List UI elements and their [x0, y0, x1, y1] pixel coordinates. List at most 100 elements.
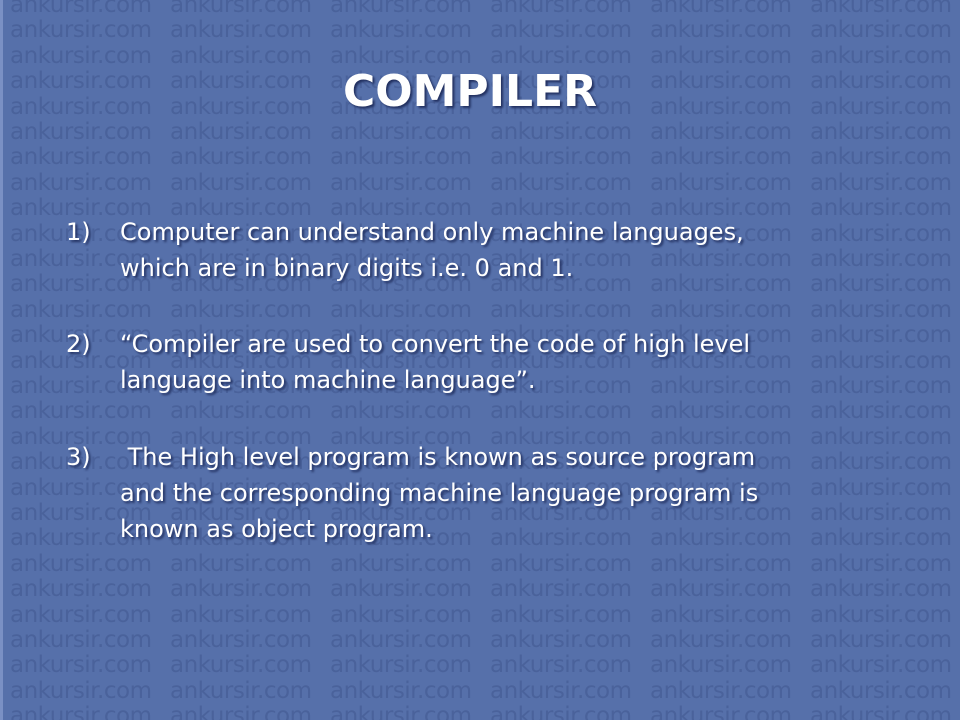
watermark-text: ankursir.com	[330, 169, 472, 196]
watermark-text: ankursir.com	[330, 42, 472, 69]
watermark-text: ankursir.com	[330, 601, 472, 628]
watermark-text: ankursir.com	[650, 627, 792, 653]
watermark-text: ankursir.com	[170, 703, 312, 720]
watermark-text: ankursir.com	[810, 627, 952, 653]
watermark-text: ankursir.com	[10, 652, 152, 679]
watermark-text: ankursir.com	[810, 42, 952, 69]
watermark-text: ankursir.com	[810, 17, 952, 44]
watermark-text: ankursir.com	[170, 144, 312, 171]
watermark-text: ankursir.com	[330, 677, 472, 704]
watermark-text: ankursir.com	[650, 550, 792, 577]
watermark-text: ankursir.com	[650, 677, 792, 704]
watermark-text: ankursir.com	[810, 169, 952, 196]
item-line: known as object program.	[120, 515, 433, 543]
watermark-text: ankursir.com	[170, 627, 312, 653]
watermark-text: ankursir.com	[490, 169, 632, 196]
item-line: “Compiler are used to convert the code o…	[120, 330, 751, 358]
item-number: 3)	[66, 443, 91, 471]
watermark-text: ankursir.com	[650, 652, 792, 679]
watermark-text: ankursir.com	[330, 703, 472, 720]
item-line: The High level program is known as sourc…	[120, 443, 756, 471]
item-line: which are in binary digits i.e. 0 and 1.	[120, 254, 574, 282]
watermark-text: ankursir.com	[10, 703, 152, 720]
list-item-1: 1) Computer can understand only machine …	[66, 214, 866, 286]
watermark-text: ankursir.com	[10, 169, 152, 196]
watermark-text: ankursir.com	[10, 677, 152, 704]
watermark-text: ankursir.com	[10, 601, 152, 628]
list-item-2: 2) “Compiler are used to convert the cod…	[66, 326, 866, 398]
watermark-text: ankursir.com	[170, 652, 312, 679]
watermark-text: ankursir.com	[490, 652, 632, 679]
watermark-text: ankursir.com	[10, 144, 152, 171]
watermark-text: ankursir.com	[10, 398, 152, 425]
watermark-text: ankursir.com	[650, 601, 792, 628]
watermark-text: ankursir.com	[330, 296, 472, 323]
watermark-text: ankursir.com	[490, 398, 632, 425]
watermark-text: ankursir.com	[170, 296, 312, 323]
watermark-text: ankursir.com	[490, 576, 632, 603]
item-line: and the corresponding machine language p…	[120, 479, 759, 507]
watermark-text: ankursir.com	[650, 17, 792, 44]
watermark-text: ankursir.com	[650, 42, 792, 69]
watermark-text: ankursir.com	[330, 652, 472, 679]
watermark-text: ankursir.com	[170, 17, 312, 44]
watermark-text: ankursir.com	[330, 119, 472, 145]
watermark-text: ankursir.com	[490, 601, 632, 628]
watermark-text: ankursir.com	[10, 42, 152, 69]
watermark-text: ankursir.com	[490, 0, 632, 18]
watermark-text: ankursir.com	[330, 398, 472, 425]
watermark-text: ankursir.com	[810, 601, 952, 628]
watermark-text: ankursir.com	[490, 119, 632, 145]
watermark-text: ankursir.com	[810, 296, 952, 323]
watermark-text: ankursir.com	[650, 0, 792, 18]
watermark-text: ankursir.com	[10, 296, 152, 323]
watermark-text: ankursir.com	[170, 601, 312, 628]
watermark-text: ankursir.com	[330, 550, 472, 577]
watermark-text: ankursir.com	[810, 144, 952, 171]
watermark-text: ankursir.com	[490, 550, 632, 577]
watermark-text: ankursir.com	[330, 0, 472, 18]
watermark-text: ankursir.com	[10, 17, 152, 44]
watermark-text: ankursir.com	[10, 0, 152, 18]
watermark-text: ankursir.com	[170, 0, 312, 18]
watermark-text: ankursir.com	[650, 169, 792, 196]
watermark-text: ankursir.com	[810, 703, 952, 720]
watermark-text: ankursir.com	[10, 576, 152, 603]
watermark-text: ankursir.com	[10, 627, 152, 653]
watermark-text: ankursir.com	[650, 398, 792, 425]
watermark-text: ankursir.com	[170, 398, 312, 425]
watermark-text: ankursir.com	[490, 703, 632, 720]
watermark-text: ankursir.com	[650, 119, 792, 145]
watermark-text: ankursir.com	[810, 398, 952, 425]
watermark-text: ankursir.com	[170, 677, 312, 704]
item-line: Computer can understand only machine lan…	[120, 218, 744, 246]
watermark-text: ankursir.com	[170, 576, 312, 603]
watermark-text: ankursir.com	[170, 550, 312, 577]
watermark-text: ankursir.com	[330, 576, 472, 603]
item-number: 2)	[66, 330, 91, 358]
item-number: 1)	[66, 218, 91, 246]
watermark-text: ankursir.com	[650, 576, 792, 603]
watermark-text: ankursir.com	[330, 144, 472, 171]
watermark-text: ankursir.com	[810, 119, 952, 145]
watermark-text: ankursir.com	[330, 17, 472, 44]
watermark-text: ankursir.com	[650, 144, 792, 171]
slide-title: COMPILER	[342, 66, 598, 117]
watermark-text: ankursir.com	[810, 576, 952, 603]
watermark-text: ankursir.com	[810, 0, 952, 18]
watermark-text: ankursir.com	[330, 627, 472, 653]
watermark-text: ankursir.com	[490, 627, 632, 653]
watermark-text: ankursir.com	[490, 42, 632, 69]
watermark-text: ankursir.com	[490, 296, 632, 323]
watermark-text: ankursir.com	[490, 677, 632, 704]
watermark-text: ankursir.com	[170, 169, 312, 196]
watermark-text: ankursir.com	[10, 119, 152, 145]
item-line: language into machine language”.	[120, 366, 536, 394]
watermark-text: ankursir.com	[490, 144, 632, 171]
watermark-text: ankursir.com	[170, 119, 312, 145]
watermark-text: ankursir.com	[810, 652, 952, 679]
list-item-3: 3) The High level program is known as so…	[66, 439, 866, 547]
watermark-text: ankursir.com	[810, 677, 952, 704]
watermark-text: ankursir.com	[810, 550, 952, 577]
watermark-text: ankursir.com	[650, 296, 792, 323]
